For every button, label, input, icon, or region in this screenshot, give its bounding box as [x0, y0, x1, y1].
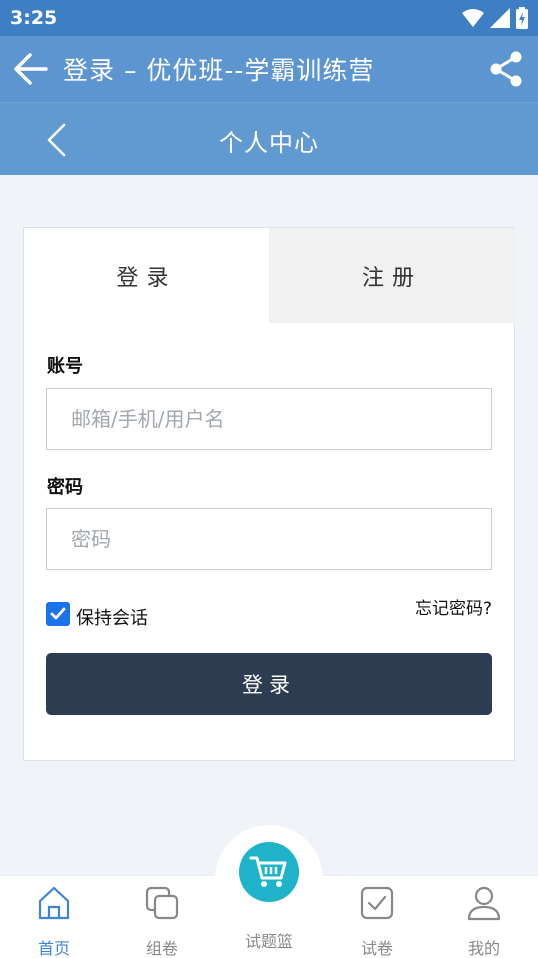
- user-icon: [467, 886, 501, 921]
- page-title: 个人中心: [219, 129, 319, 157]
- login-card: 登录 注册 账号 密码 保持会话 忘记密码? 登录: [23, 227, 515, 761]
- status-icons: [462, 7, 528, 29]
- forgot-password-link[interactable]: 忘记密码?: [415, 594, 492, 619]
- signal-icon: [490, 8, 510, 28]
- nav-home-label: 首页: [37, 939, 70, 958]
- nav-profile-label: 我的: [467, 939, 500, 958]
- nav-home[interactable]: 首页: [4, 885, 104, 958]
- remember-checkbox[interactable]: [46, 602, 70, 626]
- password-input[interactable]: [46, 508, 492, 570]
- nav-cart-label[interactable]: 试题篮: [219, 928, 319, 952]
- remember-session[interactable]: 保持会话: [46, 598, 148, 630]
- check-icon: [50, 607, 66, 620]
- home-icon: [38, 886, 70, 920]
- tab-login[interactable]: 登录: [24, 228, 269, 323]
- nav-compose-label: 组卷: [145, 939, 178, 958]
- cart-button[interactable]: [239, 842, 299, 902]
- checkbox-icon: [360, 886, 394, 920]
- nav-compose[interactable]: 组卷: [112, 885, 212, 958]
- layers-icon: [145, 886, 179, 920]
- status-time: 3:25: [10, 7, 58, 29]
- status-bar: 3:25: [0, 0, 538, 36]
- account-label: 账号: [47, 356, 83, 377]
- arrow-back-icon[interactable]: [12, 51, 50, 87]
- wifi-icon: [462, 9, 484, 27]
- login-button[interactable]: 登录: [46, 653, 492, 715]
- remember-label: 保持会话: [76, 608, 148, 629]
- cart-icon: [249, 856, 287, 887]
- nav-papers-label: 试卷: [360, 939, 393, 958]
- app-bar: 登录 – 优优班--学霸训练营: [0, 36, 538, 102]
- nav-profile[interactable]: 我的: [434, 885, 534, 958]
- tab-register[interactable]: 注册: [269, 228, 515, 323]
- password-label: 密码: [47, 477, 83, 498]
- nav-papers[interactable]: 试卷: [327, 885, 427, 958]
- app-title: 登录 – 优优班--学霸训练营: [63, 56, 375, 85]
- battery-icon: [516, 7, 528, 29]
- account-input[interactable]: [46, 388, 492, 450]
- page-header: 个人中心: [0, 102, 538, 175]
- share-icon[interactable]: [488, 50, 524, 88]
